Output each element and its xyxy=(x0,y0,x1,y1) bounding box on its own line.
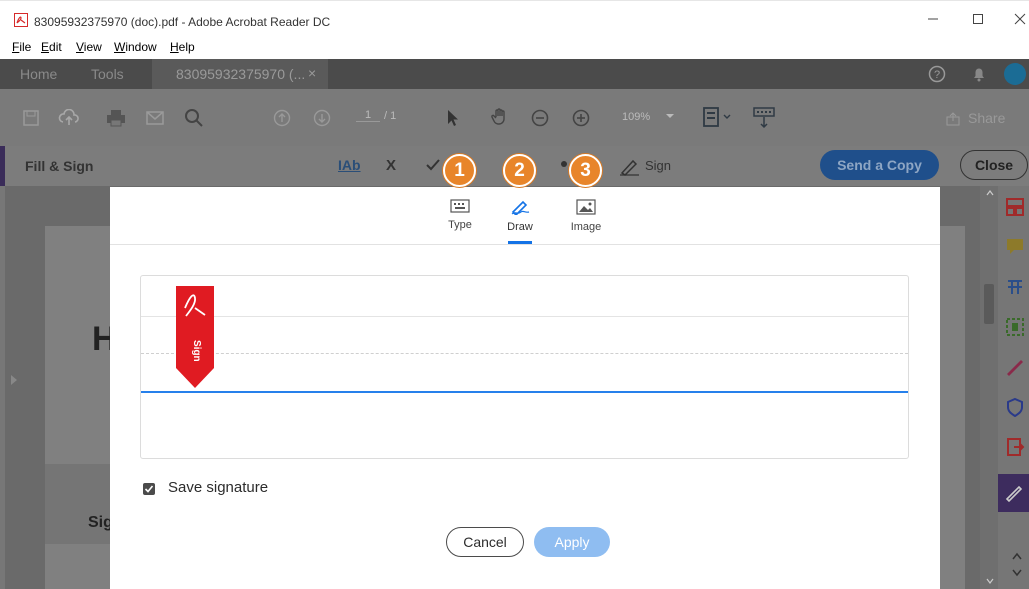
window-title: 83095932375970 (doc).pdf - Adobe Acrobat… xyxy=(34,15,331,29)
select-cursor-icon[interactable] xyxy=(446,109,460,127)
dot-tool-icon[interactable] xyxy=(561,161,567,167)
page-total: / 1 xyxy=(384,110,397,122)
tab-document[interactable]: 83095932375970 (... × xyxy=(152,59,328,89)
fill-sign-title: Fill & Sign xyxy=(25,158,94,174)
tab-image[interactable]: Image xyxy=(556,199,616,233)
sign-tool-label[interactable]: Sign xyxy=(645,158,671,173)
page-down-icon[interactable] xyxy=(313,109,331,127)
scroll-up-icon[interactable] xyxy=(986,190,994,196)
scroll-thumb[interactable] xyxy=(984,284,994,324)
main-toolbar: 1 / 1 109% Share xyxy=(0,89,1029,146)
tab-type-label: Type xyxy=(448,219,472,231)
export-pdf-icon[interactable] xyxy=(1005,437,1025,457)
checkmark-tool-icon[interactable] xyxy=(425,158,441,172)
cross-tool[interactable]: X xyxy=(386,157,396,174)
fit-page-icon[interactable] xyxy=(702,107,732,129)
page-number-input[interactable]: 1 xyxy=(356,109,380,122)
send-copy-button[interactable]: Send a Copy xyxy=(820,150,939,180)
tab-tools[interactable]: Tools xyxy=(91,66,124,82)
email-icon[interactable] xyxy=(146,110,164,126)
callout-badge-1: 1 xyxy=(443,154,476,187)
callout-badge-2: 2 xyxy=(503,154,536,187)
tab-draw-label: Draw xyxy=(507,221,533,233)
organize-pages-icon[interactable] xyxy=(1005,197,1025,217)
zoom-dropdown-icon[interactable] xyxy=(665,112,675,120)
acrobat-app-icon xyxy=(14,13,28,27)
signature-canvas[interactable]: Sign xyxy=(140,275,909,459)
scroll-down-icon[interactable] xyxy=(986,578,994,584)
search-icon[interactable] xyxy=(184,108,204,128)
hand-tool-icon[interactable] xyxy=(490,107,510,127)
sign-pen-icon[interactable] xyxy=(619,158,641,176)
zoom-level[interactable]: 109% xyxy=(622,111,650,123)
menu-edit[interactable]: Edit xyxy=(41,40,62,54)
keyboard-icon xyxy=(450,199,470,213)
left-panel-toggle-icon[interactable] xyxy=(10,374,18,386)
tab-image-label: Image xyxy=(570,221,602,233)
guide-line-top xyxy=(141,316,908,317)
maximize-button[interactable] xyxy=(970,11,986,27)
zoom-out-icon[interactable] xyxy=(531,109,549,127)
rail-scroll-up-icon[interactable] xyxy=(1012,552,1022,560)
keyboard-scroll-icon[interactable] xyxy=(753,107,775,129)
print-icon[interactable] xyxy=(106,109,126,127)
fill-sign-rail-active[interactable] xyxy=(998,474,1029,512)
tab-draw[interactable]: Draw xyxy=(490,199,550,233)
sign-here-marker: Sign xyxy=(176,286,214,388)
close-fill-sign-button[interactable]: Close xyxy=(960,150,1028,180)
save-signature-checkbox[interactable] xyxy=(143,483,155,495)
bell-icon[interactable] xyxy=(970,65,988,83)
close-window-button[interactable] xyxy=(1012,11,1028,27)
share-button[interactable]: Share xyxy=(940,109,1020,129)
help-icon[interactable]: ? xyxy=(928,65,946,83)
tab-home[interactable]: Home xyxy=(20,66,57,82)
menu-help[interactable]: Help xyxy=(170,40,195,54)
tabs-divider xyxy=(110,244,940,245)
tab-bar: Home Tools 83095932375970 (... × ? xyxy=(0,59,1029,89)
menu-view[interactable]: View xyxy=(76,40,102,54)
comment-icon[interactable] xyxy=(1005,237,1025,257)
callout-badge-3: 3 xyxy=(569,154,602,187)
guide-line-dashed xyxy=(141,353,908,354)
save-signature-label: Save signature xyxy=(168,479,269,496)
rail-scroll-down-icon[interactable] xyxy=(1012,569,1022,577)
tab-close-icon[interactable]: × xyxy=(308,65,316,81)
avatar[interactable] xyxy=(1004,63,1026,85)
image-icon xyxy=(576,199,596,215)
svg-text:?: ? xyxy=(934,69,940,81)
apply-button[interactable]: Apply xyxy=(534,527,610,557)
save-icon[interactable] xyxy=(22,109,40,127)
protect-shield-icon[interactable] xyxy=(1005,397,1025,417)
tab-document-label: 83095932375970 (... xyxy=(176,66,306,82)
signature-baseline xyxy=(141,391,908,393)
title-bar: 83095932375970 (doc).pdf - Adobe Acrobat… xyxy=(0,0,1029,38)
cloud-upload-icon[interactable] xyxy=(58,109,80,127)
cancel-button[interactable]: Cancel xyxy=(446,527,524,557)
share-label: Share xyxy=(968,110,1006,126)
pen-icon xyxy=(509,199,531,215)
vertical-scrollbar[interactable] xyxy=(980,186,998,589)
tab-type[interactable]: Type xyxy=(430,199,490,231)
compare-icon[interactable] xyxy=(1005,277,1025,297)
signature-dialog: Type Draw Image Sign Save signature Canc… xyxy=(110,187,940,589)
add-text-tool[interactable]: IAb xyxy=(338,157,361,173)
edit-pdf-icon[interactable] xyxy=(1005,317,1025,337)
sign-marker-label: Sign xyxy=(191,340,202,362)
minimize-button[interactable] xyxy=(925,11,941,27)
zoom-in-icon[interactable] xyxy=(572,109,590,127)
menu-window[interactable]: Window xyxy=(114,40,157,54)
fill-sign-rail-icon[interactable] xyxy=(1005,357,1025,377)
page-up-icon[interactable] xyxy=(273,109,291,127)
menu-file[interactable]: File xyxy=(12,40,31,54)
